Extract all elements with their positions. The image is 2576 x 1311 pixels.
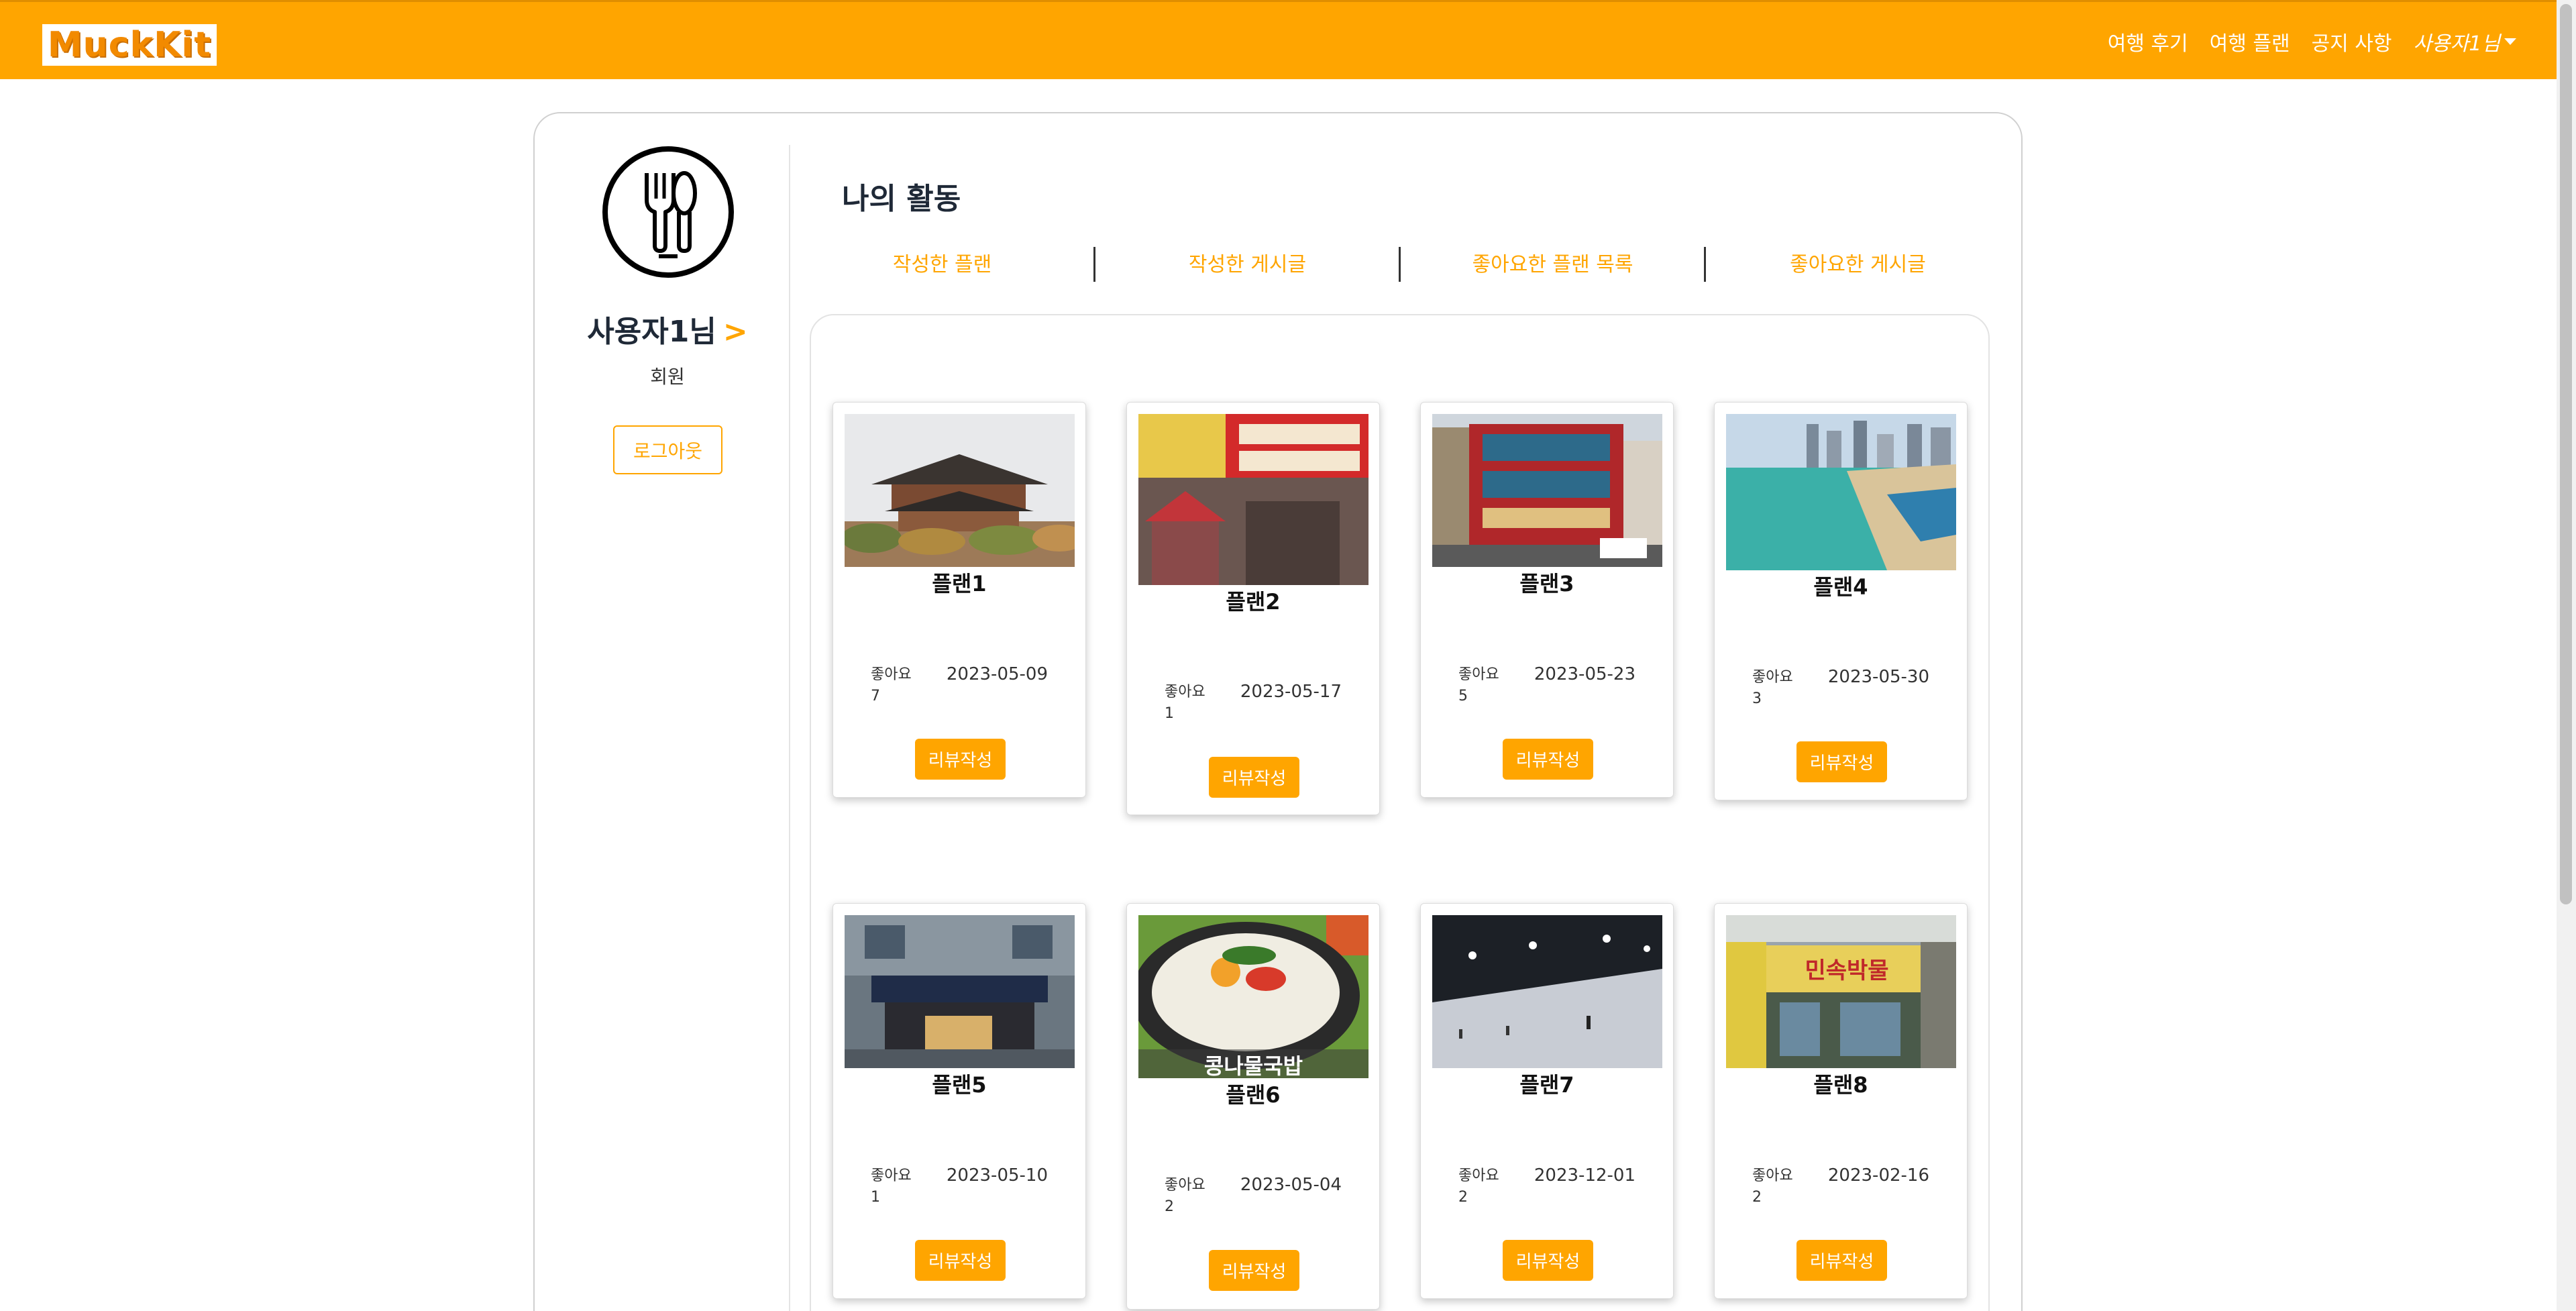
user-menu-label: 사용자1님 [2413, 32, 2501, 56]
plan-date: 2023-12-01 [1534, 1165, 1635, 1186]
write-review-button[interactable]: 리뷰작성 [1209, 1250, 1299, 1291]
plan-image-shop-street: 민속박물 [1726, 915, 1956, 1068]
like-label: 좋아요 [1165, 1177, 1205, 1194]
plan-likes: 좋아요 1 [1165, 682, 1205, 725]
logout-button[interactable]: 로그아웃 [613, 425, 722, 474]
profile-name[interactable]: 사용자1님 > [533, 307, 802, 350]
nav-link-travel-reviews[interactable]: 여행 후기 [2108, 27, 2188, 56]
plan-likes: 좋아요 2 [1458, 1165, 1499, 1208]
like-count: 2 [1165, 1198, 1174, 1215]
plan-title: 플랜7 [1519, 1072, 1574, 1098]
plan-image-red-building [1432, 414, 1662, 567]
tab-my-plans[interactable]: 작성한 플랜 [790, 248, 1095, 282]
scrollbar-thumb[interactable] [2560, 4, 2572, 904]
write-review-button[interactable]: 리뷰작성 [1796, 1240, 1887, 1281]
like-count: 3 [1752, 690, 1762, 707]
plan-card[interactable]: 플랜7 좋아요 2 2023-12-01 리뷰작성 [1420, 903, 1674, 1299]
image-caption: 민속박물 [1805, 957, 1889, 984]
plan-likes: 좋아요 2 [1752, 1165, 1793, 1208]
plan-card[interactable]: 플랜3 좋아요 5 2023-05-23 리뷰작성 [1420, 402, 1674, 798]
plan-title: 플랜5 [932, 1072, 987, 1098]
plan-title: 플랜3 [1519, 571, 1574, 596]
image-caption: 콩나물국밥 [1203, 1053, 1303, 1078]
plan-date: 2023-05-17 [1240, 682, 1342, 702]
top-navbar: MuckKit 여행 후기 여행 플랜 공지 사항 사용자1님 [0, 0, 2557, 79]
write-review-button[interactable]: 리뷰작성 [1503, 739, 1593, 780]
tab-liked-plans[interactable]: 좋아요한 플랜 목록 [1400, 248, 1705, 282]
nav-link-notices[interactable]: 공지 사항 [2312, 27, 2392, 56]
plan-likes: 좋아요 7 [871, 664, 912, 707]
plan-date: 2023-05-23 [1534, 664, 1635, 684]
like-label: 좋아요 [1458, 666, 1499, 683]
plan-image-night-storefront [845, 915, 1075, 1068]
like-count: 2 [1752, 1189, 1762, 1206]
brand-logo[interactable]: MuckKit [42, 24, 217, 66]
plan-title: 플랜1 [932, 571, 987, 596]
like-label: 좋아요 [1752, 669, 1793, 686]
section-title: 나의 활동 [842, 182, 961, 216]
plan-title: 플랜4 [1813, 574, 1868, 600]
like-label: 좋아요 [871, 666, 912, 683]
plan-title: 플랜2 [1226, 589, 1281, 615]
plan-image-soup-bowl: 콩나물국밥 [1138, 915, 1368, 1078]
profile-name-text: 사용자1님 [587, 315, 716, 349]
plan-image-beach-city [1726, 414, 1956, 570]
brand-logo-text: MuckKit [47, 25, 212, 65]
profile-role: 회원 [650, 366, 685, 388]
write-review-button[interactable]: 리뷰작성 [1796, 741, 1887, 782]
sidebar-divider [789, 145, 790, 1311]
like-label: 좋아요 [1458, 1167, 1499, 1184]
tab-liked-posts[interactable]: 좋아요한 게시글 [1705, 248, 2010, 282]
plan-title: 플랜6 [1226, 1082, 1281, 1108]
like-count: 1 [871, 1189, 880, 1206]
write-review-button[interactable]: 리뷰작성 [915, 1240, 1006, 1281]
plan-date: 2023-05-04 [1240, 1175, 1342, 1195]
like-count: 5 [1458, 688, 1468, 704]
plan-card[interactable]: 민속박물 플랜8 좋아요 2 2023-02-16 리뷰작성 [1714, 903, 1968, 1299]
caret-down-icon [2504, 38, 2516, 45]
write-review-button[interactable]: 리뷰작성 [1209, 757, 1299, 798]
plan-likes: 좋아요 1 [871, 1165, 912, 1208]
plan-date: 2023-05-10 [946, 1165, 1048, 1186]
nav-links: 여행 후기 여행 플랜 공지 사항 사용자1님 [2086, 2, 2516, 81]
plan-date: 2023-05-30 [1827, 667, 1929, 687]
plan-likes: 좋아요 5 [1458, 664, 1499, 707]
profile-arrow-icon: > [722, 315, 748, 349]
write-review-button[interactable]: 리뷰작성 [1503, 1240, 1593, 1281]
plan-image-ski-slope-night [1432, 915, 1662, 1068]
plan-card[interactable]: 플랜1 좋아요 7 2023-05-09 리뷰작성 [833, 402, 1086, 798]
like-count: 1 [1165, 705, 1174, 722]
plan-card[interactable]: 플랜5 좋아요 1 2023-05-10 리뷰작성 [833, 903, 1086, 1299]
nav-link-travel-plans[interactable]: 여행 플랜 [2210, 27, 2290, 56]
user-menu-dropdown[interactable]: 사용자1님 [2413, 27, 2516, 56]
plan-date: 2023-02-16 [1827, 1165, 1929, 1186]
plan-likes: 좋아요 3 [1752, 667, 1793, 710]
plan-card[interactable]: 플랜2 좋아요 1 2023-05-17 리뷰작성 [1126, 402, 1380, 815]
like-count: 7 [871, 688, 880, 704]
plan-card[interactable]: 플랜4 좋아요 3 2023-05-30 리뷰작성 [1714, 402, 1968, 800]
tab-my-posts[interactable]: 작성한 게시글 [1095, 248, 1400, 282]
fork-spoon-icon [601, 145, 735, 279]
plan-date: 2023-05-09 [946, 664, 1048, 684]
plan-image-palace [845, 414, 1075, 567]
plan-image-restaurant-sign [1138, 414, 1368, 585]
plan-likes: 좋아요 2 [1165, 1175, 1205, 1218]
like-label: 좋아요 [1752, 1167, 1793, 1184]
plan-card[interactable]: 콩나물국밥 플랜6 좋아요 2 2023-05-04 리뷰작성 [1126, 903, 1380, 1310]
like-count: 2 [1458, 1189, 1468, 1206]
like-label: 좋아요 [871, 1167, 912, 1184]
plan-title: 플랜8 [1813, 1072, 1868, 1098]
like-label: 좋아요 [1165, 684, 1205, 700]
write-review-button[interactable]: 리뷰작성 [915, 739, 1006, 780]
